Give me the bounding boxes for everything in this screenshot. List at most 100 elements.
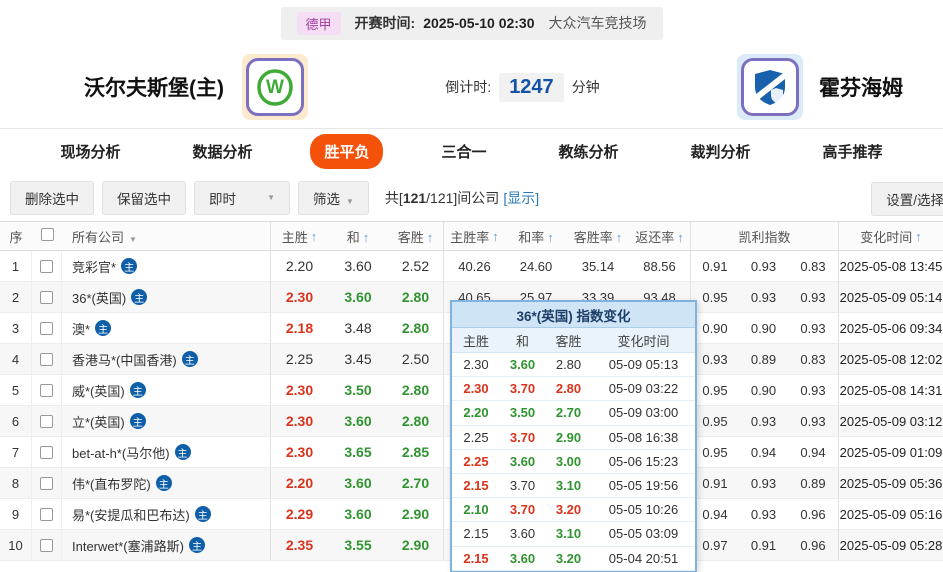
popup-change-time: 05-05 19:56	[608, 478, 679, 494]
col-header-draw-odds[interactable]: 和	[328, 227, 388, 246]
nav-tab[interactable]: 胜平负	[310, 134, 384, 169]
change-time: 2025-05-09 05:16	[838, 499, 943, 529]
return-rate: 88.56	[643, 258, 676, 274]
popup-draw-odds: 3.60	[509, 526, 536, 542]
popup-away-odds: 3.20	[555, 550, 582, 566]
row-checkbox[interactable]	[32, 313, 62, 343]
kelly-home: 0.93	[690, 344, 739, 374]
nav-tab[interactable]: 教练分析	[545, 134, 633, 169]
home-odds: 2.25	[270, 344, 328, 374]
popup-draw-odds: 3.60	[509, 550, 536, 566]
popup-row: 2.25 3.70 2.90 05-08 16:38	[452, 426, 695, 450]
table-row: 1 竞彩官* 2.20 3.60 2.52 40.26 24.60 35.14 …	[0, 251, 943, 282]
change-time: 2025-05-09 05:14	[838, 282, 943, 312]
company-cell[interactable]: Interwet*(塞浦路斯)	[62, 536, 270, 555]
kelly-away: 0.93	[800, 320, 826, 336]
nav-tab[interactable]: 高手推荐	[809, 134, 897, 169]
col-header-return-rate[interactable]: 返还率	[629, 227, 690, 246]
kelly-draw: 0.93	[750, 506, 777, 522]
away-odds: 2.90	[401, 537, 430, 553]
company-cell[interactable]: 香港马*(中国香港)	[62, 350, 270, 369]
row-checkbox[interactable]	[32, 437, 62, 467]
popup-row: 2.10 3.70 3.20 05-05 10:26	[452, 498, 695, 523]
row-checkbox[interactable]	[32, 344, 62, 374]
col-header-home-odds[interactable]: 主胜	[270, 222, 328, 250]
popup-home-odds: 2.15	[463, 526, 489, 542]
change-time: 2025-05-09 01:09	[838, 437, 943, 467]
home-team-name: 沃尔夫斯堡(主)	[84, 77, 224, 100]
kelly-home: 0.95	[690, 282, 739, 312]
popup-draw-odds: 3.70	[509, 502, 536, 518]
popup-row: 2.20 3.50 2.70 05-09 03:00	[452, 401, 695, 426]
home-odds: 2.29	[270, 499, 328, 529]
col-header-home-rate[interactable]: 主胜率	[443, 222, 505, 250]
col-header-draw-rate[interactable]: 和率	[505, 227, 567, 246]
filter-button[interactable]: 筛选	[298, 180, 369, 215]
row-checkbox[interactable]	[32, 468, 62, 498]
popup-col-home: 主胜	[462, 333, 489, 349]
countdown-unit: 分钟	[571, 79, 600, 95]
settings-select-button[interactable]: 设置/选择	[871, 182, 943, 216]
away-odds: 2.70	[401, 475, 430, 491]
draw-odds: 3.60	[344, 475, 372, 491]
company-cell[interactable]: 伟*(直布罗陀)	[62, 474, 270, 493]
popup-title: 36*(英国) 指数变化	[452, 302, 695, 328]
row-index: 5	[0, 375, 32, 405]
live-odds-select[interactable]: 即时	[194, 180, 290, 215]
row-checkbox[interactable]	[32, 530, 62, 560]
row-checkbox[interactable]	[32, 499, 62, 529]
company-cell[interactable]: 澳*	[62, 319, 270, 338]
popup-body: 2.30 3.60 2.80 05-09 05:13 2.30 3.70 2.8…	[452, 353, 695, 571]
popup-away-odds: 2.80	[555, 357, 582, 373]
nav-tab[interactable]: 裁判分析	[677, 134, 765, 169]
popup-col-time: 变化时间	[617, 333, 670, 349]
home-badge-icon	[188, 537, 205, 553]
popup-home-odds: 2.20	[463, 405, 489, 421]
nav-tab[interactable]: 数据分析	[178, 134, 266, 169]
popup-away-odds: 3.20	[555, 502, 582, 518]
nav-tab[interactable]: 三合一	[427, 134, 500, 169]
kelly-draw: 0.93	[750, 258, 777, 274]
home-badge-icon	[194, 506, 211, 522]
company-cell[interactable]: 竞彩官*	[62, 257, 270, 276]
popup-home-odds: 2.25	[463, 429, 489, 445]
keep-selected-button[interactable]: 保留选中	[102, 180, 186, 215]
company-name: 易*(安提瓜和巴布达)	[72, 507, 190, 523]
col-header-away-odds[interactable]: 客胜	[388, 227, 443, 246]
row-checkbox[interactable]	[32, 406, 62, 436]
company-name: 伟*(直布罗陀)	[72, 476, 151, 492]
home-badge-icon	[155, 475, 172, 491]
company-cell[interactable]: 36*(英国)	[62, 288, 270, 307]
company-name: 立*(英国)	[72, 414, 125, 430]
delete-selected-button[interactable]: 删除选中	[10, 180, 94, 215]
away-odds: 2.85	[401, 444, 430, 460]
filter-button-label: 筛选	[313, 191, 340, 207]
row-checkbox[interactable]	[32, 282, 62, 312]
teams-header: 沃尔夫斯堡(主) W 倒计时: 1247 分钟 霍芬海姆	[0, 46, 943, 128]
popup-away-odds: 2.80	[555, 381, 582, 397]
kelly-away: 0.89	[800, 475, 826, 491]
popup-change-time: 05-06 15:23	[608, 453, 679, 469]
away-team-name: 霍芬海姆	[819, 77, 903, 100]
select-all-checkbox[interactable]	[32, 228, 62, 244]
row-checkbox[interactable]	[32, 251, 62, 281]
company-cell[interactable]: 易*(安提瓜和巴布达)	[62, 505, 270, 524]
show-link[interactable]: [显示]	[503, 190, 539, 206]
company-name: 香港马*(中国香港)	[72, 352, 177, 368]
col-header-change-time[interactable]: 变化时间	[838, 222, 943, 250]
company-cell[interactable]: 威*(英国)	[62, 381, 270, 400]
row-index: 2	[0, 282, 32, 312]
change-time: 2025-05-08 13:45	[838, 251, 943, 281]
away-odds: 2.80	[401, 320, 430, 336]
change-time: 2025-05-08 14:31	[838, 375, 943, 405]
company-cell[interactable]: bet-at-h*(马尔他)	[62, 443, 270, 462]
nav-tab[interactable]: 现场分析	[46, 134, 134, 169]
col-header-company[interactable]: 所有公司	[62, 227, 270, 246]
row-checkbox[interactable]	[32, 375, 62, 405]
league-badge: 德甲	[296, 11, 341, 35]
home-team-logo: W	[242, 54, 308, 120]
analysis-nav: 现场分析 数据分析 胜平负 三合一 教练分析 裁判分析 高手推荐	[0, 128, 943, 174]
col-header-away-rate[interactable]: 客胜率	[567, 227, 629, 246]
row-index: 3	[0, 313, 32, 343]
company-cell[interactable]: 立*(英国)	[62, 412, 270, 431]
